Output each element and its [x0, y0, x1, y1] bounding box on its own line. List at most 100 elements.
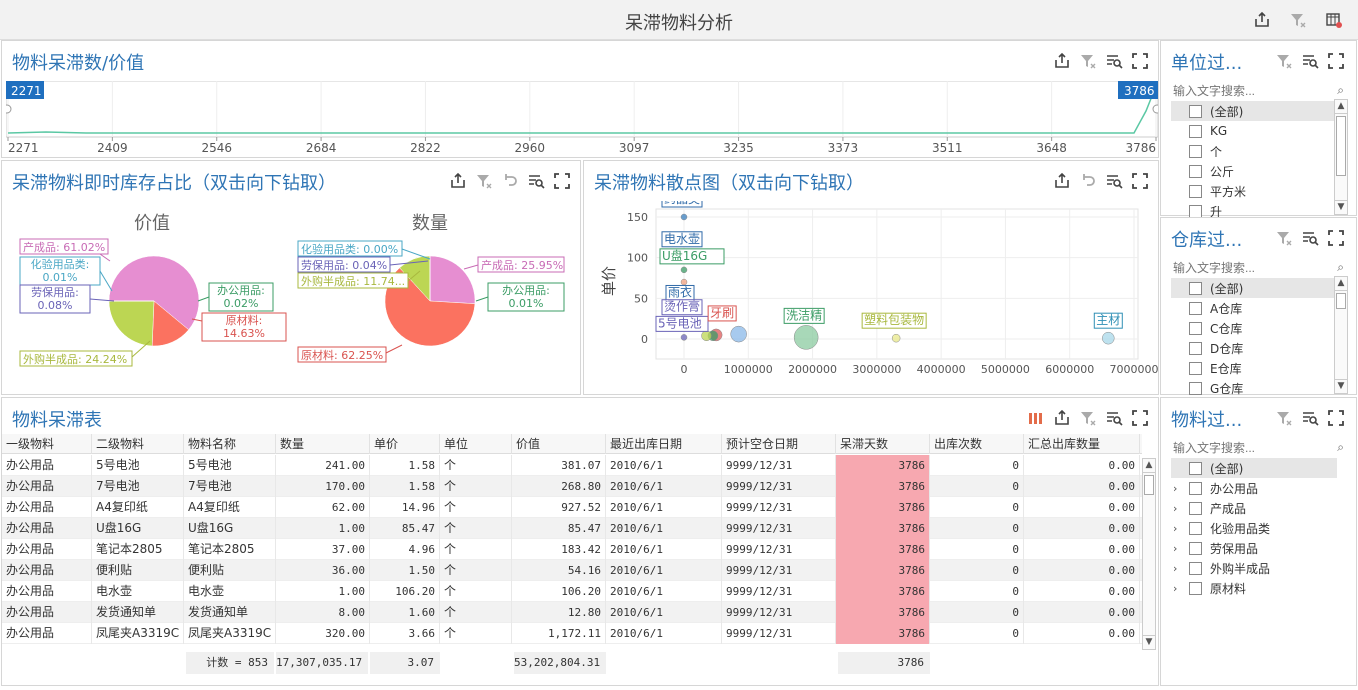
columns-icon[interactable] — [1026, 408, 1046, 428]
column-header[interactable]: 二级物料 — [92, 434, 184, 454]
fullscreen-icon[interactable] — [1326, 408, 1346, 428]
fullscreen-icon[interactable] — [1326, 51, 1346, 71]
filter-checkbox[interactable] — [1189, 462, 1202, 475]
table-row[interactable]: 办公用品A4复印纸A4复印纸62.0014.96个927.522010/6/19… — [2, 497, 1142, 518]
column-header[interactable]: 物料名称 — [184, 434, 276, 454]
settings-grid-icon[interactable] — [1324, 10, 1344, 30]
fullscreen-icon[interactable] — [1130, 51, 1150, 71]
range-selector[interactable]: 2271 3786 227124092546268428222960309732… — [6, 81, 1158, 155]
scatter-point[interactable] — [681, 214, 687, 220]
filter-item[interactable]: (全部) — [1171, 458, 1337, 478]
fullscreen-icon[interactable] — [1326, 228, 1346, 248]
warehouse-filter-scrollbar[interactable]: ▲ ▼ — [1334, 276, 1348, 394]
query-icon[interactable] — [526, 171, 546, 191]
qty-pie[interactable] — [385, 256, 475, 346]
column-header[interactable]: 单位 — [440, 434, 512, 454]
filter-item[interactable]: G仓库 — [1171, 378, 1337, 398]
scatter-point[interactable] — [731, 326, 747, 342]
filter-checkbox[interactable] — [1189, 165, 1202, 178]
clear-filter-icon[interactable] — [1274, 408, 1294, 428]
scroll-down-icon[interactable]: ▼ — [1335, 379, 1347, 393]
column-header[interactable]: 一级物料 — [2, 434, 92, 454]
clear-filter-icon[interactable] — [1078, 51, 1098, 71]
filter-checkbox[interactable] — [1189, 282, 1202, 295]
filter-checkbox[interactable] — [1189, 522, 1202, 535]
clear-filter-icon[interactable] — [474, 171, 494, 191]
column-header[interactable]: 最近出库日期 — [606, 434, 722, 454]
scatter-point[interactable] — [681, 334, 687, 340]
expand-chevron-icon[interactable]: › — [1173, 482, 1177, 495]
filter-checkbox[interactable] — [1189, 382, 1202, 395]
search-icon[interactable]: ⌕ — [1337, 440, 1344, 455]
column-header[interactable]: 出库次数 — [930, 434, 1024, 454]
search-icon[interactable]: ⌕ — [1337, 83, 1344, 98]
filter-checkbox[interactable] — [1189, 502, 1202, 515]
clear-filter-icon[interactable] — [1078, 408, 1098, 428]
export-icon[interactable] — [1052, 51, 1072, 71]
value-pie[interactable] — [109, 256, 199, 346]
filter-checkbox[interactable] — [1189, 302, 1202, 315]
filter-item[interactable]: E仓库 — [1171, 358, 1337, 378]
column-header[interactable]: 呆滞天数 — [836, 434, 930, 454]
filter-item[interactable]: ›劳保用品 — [1171, 538, 1337, 558]
table-scrollbar[interactable]: ▲ ▼ — [1142, 458, 1156, 650]
filter-item[interactable]: A仓库 — [1171, 298, 1337, 318]
undo-icon[interactable] — [1078, 171, 1098, 191]
scatter-point[interactable] — [794, 325, 818, 349]
expand-chevron-icon[interactable]: › — [1173, 582, 1177, 595]
filter-item[interactable]: (全部) — [1171, 101, 1337, 121]
unit-filter-scrollbar[interactable]: ▲ ▼ — [1334, 99, 1348, 215]
qty-pie-slice[interactable] — [430, 256, 475, 304]
filter-checkbox[interactable] — [1189, 322, 1202, 335]
table-row[interactable]: 办公用品U盘16GU盘16G1.0085.47个85.472010/6/1999… — [2, 518, 1142, 539]
scroll-thumb[interactable] — [1144, 475, 1154, 495]
filter-checkbox[interactable] — [1189, 342, 1202, 355]
filter-item[interactable]: C仓库 — [1171, 318, 1337, 338]
warehouse-search-input[interactable] — [1173, 260, 1343, 276]
query-icon[interactable] — [1104, 171, 1124, 191]
query-icon[interactable] — [1300, 408, 1320, 428]
scroll-thumb[interactable] — [1336, 293, 1346, 309]
material-search-input[interactable] — [1173, 440, 1343, 456]
scroll-thumb[interactable] — [1336, 116, 1346, 176]
filter-item[interactable]: 平方米 — [1171, 181, 1337, 201]
table-row[interactable]: 办公用品5号电池5号电池241.001.58个381.072010/6/1999… — [2, 455, 1142, 476]
query-icon[interactable] — [1104, 408, 1124, 428]
value-pie-slice[interactable] — [109, 301, 154, 346]
filter-item[interactable]: ›外购半成品 — [1171, 558, 1337, 578]
filter-item[interactable]: ›产成品 — [1171, 498, 1337, 518]
filter-checkbox[interactable] — [1189, 125, 1202, 138]
filter-checkbox[interactable] — [1189, 582, 1202, 595]
table-row[interactable]: 办公用品7号电池7号电池170.001.58个268.802010/6/1999… — [2, 476, 1142, 497]
filter-checkbox[interactable] — [1189, 482, 1202, 495]
filter-checkbox[interactable] — [1189, 185, 1202, 198]
export-icon[interactable] — [448, 171, 468, 191]
scatter-point[interactable] — [681, 267, 687, 273]
query-icon[interactable] — [1300, 51, 1320, 71]
filter-checkbox[interactable] — [1189, 362, 1202, 375]
filter-item[interactable]: ›办公用品 — [1171, 478, 1337, 498]
scroll-up-icon[interactable]: ▲ — [1335, 100, 1347, 114]
filter-item[interactable]: D仓库 — [1171, 338, 1337, 358]
undo-icon[interactable] — [500, 171, 520, 191]
filter-item[interactable]: ›化验用品类 — [1171, 518, 1337, 538]
scatter-point[interactable] — [681, 279, 687, 285]
scroll-up-icon[interactable]: ▲ — [1335, 277, 1347, 291]
expand-chevron-icon[interactable]: › — [1173, 542, 1177, 555]
filter-item[interactable]: KG — [1171, 121, 1337, 141]
expand-chevron-icon[interactable]: › — [1173, 522, 1177, 535]
export-icon[interactable] — [1052, 408, 1072, 428]
table-row[interactable]: 办公用品电水壶电水壶1.00106.20个106.202010/6/19999/… — [2, 581, 1142, 602]
filter-item[interactable]: (全部) — [1171, 278, 1337, 298]
fullscreen-icon[interactable] — [1130, 408, 1150, 428]
fullscreen-icon[interactable] — [552, 171, 572, 191]
column-header[interactable]: 数量 — [276, 434, 370, 454]
expand-chevron-icon[interactable]: › — [1173, 502, 1177, 515]
table-row[interactable]: 办公用品笔记本2805笔记本280537.004.96个183.422010/6… — [2, 539, 1142, 560]
table-row[interactable]: 办公用品发货通知单发货通知单8.001.60个12.802010/6/19999… — [2, 602, 1142, 623]
clear-filter-icon[interactable] — [1274, 51, 1294, 71]
scatter-point[interactable] — [892, 334, 900, 342]
column-header[interactable]: 汇总出库数量 — [1024, 434, 1140, 454]
export-icon[interactable] — [1252, 10, 1272, 30]
filter-checkbox[interactable] — [1189, 205, 1202, 218]
